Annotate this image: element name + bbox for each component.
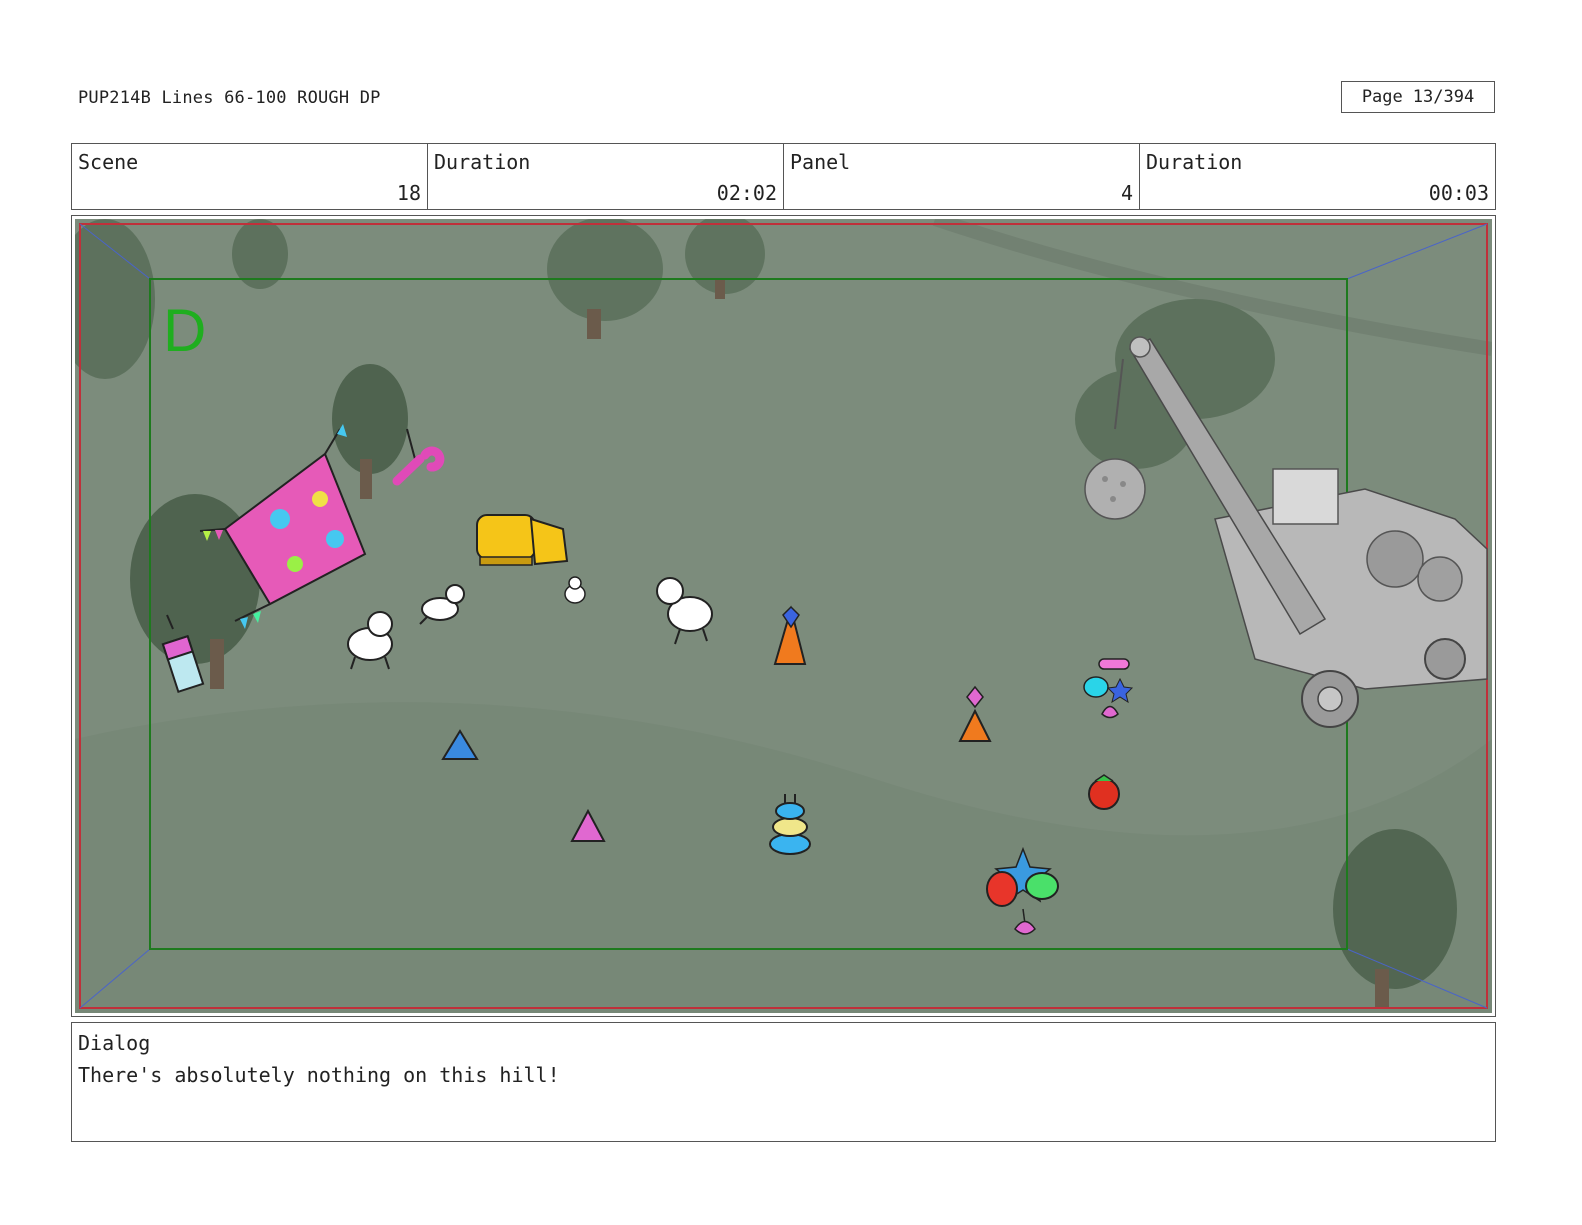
dialog-box: Dialog There's absolutely nothing on thi… [71, 1022, 1496, 1142]
scene-duration-cell: Duration 02:02 [428, 144, 784, 209]
panel-value: 4 [1120, 181, 1133, 205]
page-indicator: Page 13/394 [1341, 81, 1495, 113]
scene-duration-label: Duration [434, 150, 531, 174]
scene-duration-value: 02:02 [716, 181, 777, 205]
panel-label: Panel [790, 150, 851, 174]
board-title: PUP214B Lines 66-100 ROUGH DP [78, 88, 381, 108]
scene-value: 18 [396, 181, 421, 205]
panel-duration-cell: Duration 00:03 [1140, 144, 1495, 209]
page-label: Page [1361, 87, 1403, 107]
dialog-label: Dialog [78, 1031, 151, 1055]
panel-duration-label: Duration [1146, 150, 1243, 174]
page-value: 13/394 [1412, 87, 1475, 107]
panel-cell: Panel 4 [784, 144, 1140, 209]
scene-cell: Scene 18 [72, 144, 428, 209]
info-row: Scene 18 Duration 02:02 Panel 4 Duration… [71, 143, 1496, 210]
scene-label: Scene [78, 150, 139, 174]
dialog-text: There's absolutely nothing on this hill! [78, 1063, 560, 1087]
panel-marker: D [163, 297, 206, 364]
panel-duration-value: 00:03 [1428, 181, 1489, 205]
storyboard-panel: D [71, 215, 1496, 1017]
panel-artwork: D [75, 219, 1492, 1013]
